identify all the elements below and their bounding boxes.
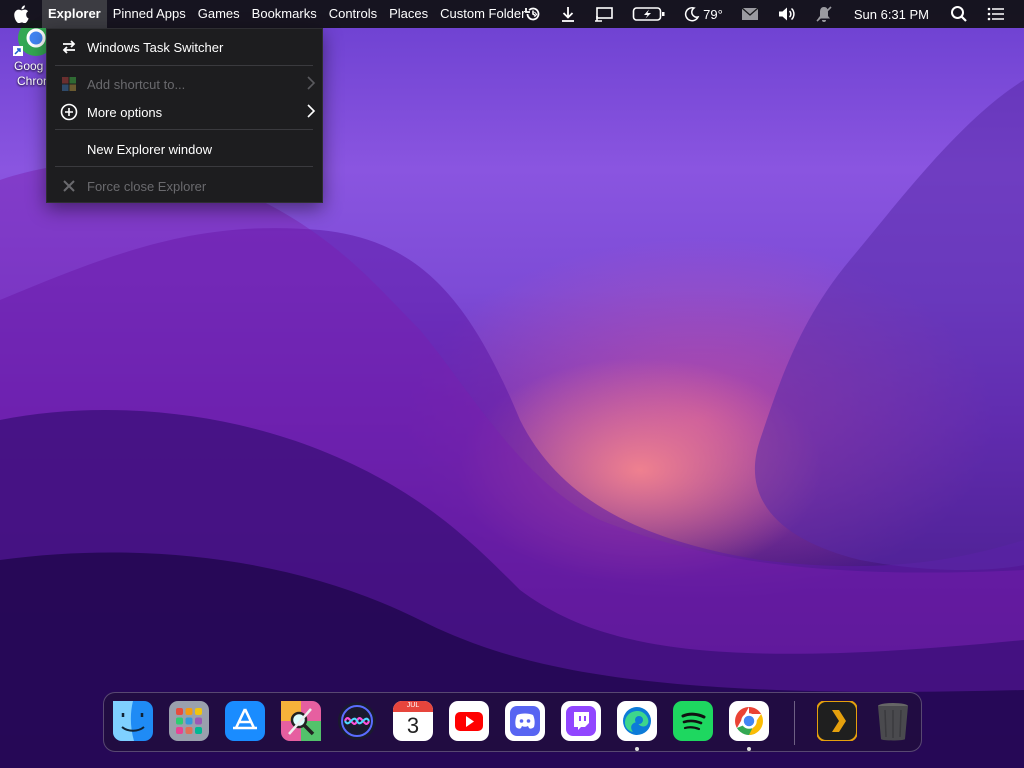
windows-logo-icon — [59, 74, 79, 94]
menu-item-windows-task-switcher[interactable]: Windows Task Switcher — [47, 32, 322, 62]
running-indicator — [747, 747, 751, 751]
battery-icon[interactable] — [623, 0, 675, 28]
menu-places[interactable]: Places — [383, 0, 434, 28]
clock-text[interactable]: Sun 6:31 PM — [842, 0, 941, 28]
dock-app-chrome[interactable] — [729, 701, 769, 741]
trash-icon — [878, 703, 908, 741]
launchpad-icon — [169, 701, 209, 741]
chevron-right-icon — [306, 103, 316, 121]
calendar-month: JUL — [406, 702, 420, 709]
dock-app-spotify[interactable] — [673, 701, 713, 741]
mail-icon[interactable] — [732, 0, 768, 28]
edge-icon — [617, 701, 657, 741]
temperature-text: 79° — [703, 6, 723, 22]
utilities-icon — [281, 701, 321, 741]
dock-app-edge[interactable] — [617, 701, 657, 741]
dock-app-youtube[interactable] — [449, 701, 489, 741]
running-indicator — [635, 747, 639, 751]
dock-app-plex[interactable] — [817, 701, 857, 741]
dock-app-calendar[interactable]: JUL 3 — [393, 701, 433, 741]
shortcut-arrow-icon — [13, 46, 23, 56]
weather-widget[interactable]: 79° — [675, 0, 732, 28]
switch-arrows-icon — [59, 37, 79, 57]
menu-pinned-apps[interactable]: Pinned Apps — [107, 0, 192, 28]
menu-item-new-explorer-window[interactable]: New Explorer window — [47, 134, 322, 164]
dock-app-launchpad[interactable] — [169, 701, 209, 741]
history-icon[interactable] — [515, 0, 551, 28]
search-icon[interactable] — [941, 0, 977, 28]
finder-icon — [113, 701, 153, 741]
calendar-day: 3 — [406, 713, 420, 738]
menu-controls[interactable]: Controls — [323, 0, 383, 28]
twitch-icon — [561, 701, 601, 741]
menu-item-force-close-explorer[interactable]: Force close Explorer — [47, 171, 322, 201]
discord-icon — [505, 701, 545, 741]
download-icon[interactable] — [551, 0, 585, 28]
menu-separator — [55, 129, 313, 130]
menu-item-label: Force close Explorer — [87, 178, 207, 194]
menu-bar: Explorer Pinned Apps Games Bookmarks Con… — [0, 0, 1024, 28]
menu-item-label: Windows Task Switcher — [87, 39, 224, 55]
menu-item-add-shortcut[interactable]: Add shortcut to... — [47, 69, 322, 99]
dock-app-discord[interactable] — [505, 701, 545, 741]
explorer-dropdown-menu: Windows Task Switcher Add shortcut to...… — [46, 28, 323, 203]
menu-separator — [55, 65, 313, 66]
notifications-off-icon[interactable] — [806, 0, 842, 28]
youtube-icon — [449, 701, 489, 741]
chrome-icon — [729, 701, 769, 741]
volume-icon[interactable] — [768, 0, 806, 28]
list-icon[interactable] — [977, 0, 1024, 28]
menu-item-label: More options — [87, 104, 163, 120]
menu-item-more-options[interactable]: More options — [47, 97, 322, 127]
dock-app-utilities[interactable] — [281, 701, 321, 741]
dock-app-app-store[interactable] — [225, 701, 265, 741]
dock-app-siri[interactable] — [337, 701, 377, 741]
apple-menu[interactable] — [0, 0, 42, 28]
menu-bar-tray: 79° Sun 6:31 PM — [515, 0, 1024, 28]
menu-games[interactable]: Games — [192, 0, 246, 28]
dock-separator — [794, 701, 795, 745]
siri-icon — [338, 702, 376, 740]
calendar-icon: JUL 3 — [393, 701, 433, 741]
apple-logo-icon — [14, 5, 29, 23]
menu-item-label: Add shortcut to... — [87, 76, 186, 92]
spotify-icon — [673, 701, 713, 741]
plus-circle-icon — [59, 102, 79, 122]
dock-app-trash[interactable] — [873, 701, 913, 741]
menu-explorer[interactable]: Explorer — [42, 0, 107, 28]
menu-bookmarks[interactable]: Bookmarks — [246, 0, 323, 28]
app-store-icon — [225, 701, 265, 741]
chevron-right-icon — [306, 75, 316, 93]
close-icon — [59, 176, 79, 196]
weather-icon — [685, 6, 700, 22]
menu-separator — [55, 166, 313, 167]
dock-app-twitch[interactable] — [561, 701, 601, 741]
dock-app-finder[interactable] — [113, 701, 153, 741]
display-icon[interactable] — [585, 0, 623, 28]
plex-icon — [817, 701, 857, 741]
menu-item-label: New Explorer window — [87, 141, 212, 157]
dock: JUL 3 — [103, 692, 922, 752]
